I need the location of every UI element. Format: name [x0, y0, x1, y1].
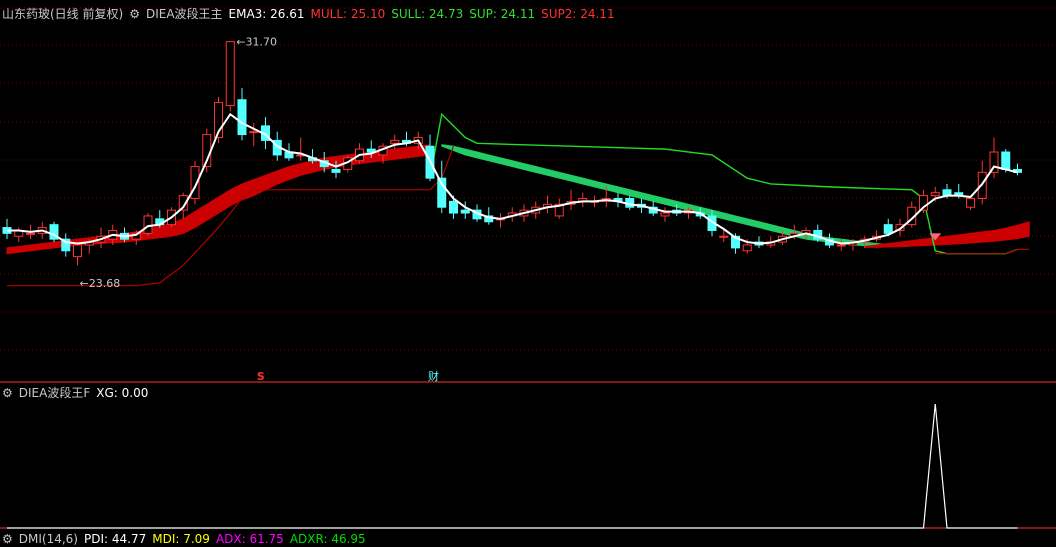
candle[interactable]: [73, 244, 82, 258]
candle[interactable]: [26, 232, 35, 235]
low-price-label: ←23.68: [80, 277, 121, 290]
ema3-line: [7, 112, 1018, 245]
candle[interactable]: [1001, 151, 1011, 170]
candle[interactable]: [836, 244, 846, 247]
candle[interactable]: [237, 99, 247, 136]
candle[interactable]: [719, 235, 729, 238]
candle[interactable]: [331, 168, 341, 173]
high-price-label: ←31.70: [236, 36, 277, 49]
sub-indicator-panel[interactable]: [7, 403, 1018, 529]
candle[interactable]: [460, 209, 470, 214]
candle[interactable]: [390, 139, 400, 144]
candle[interactable]: [883, 224, 893, 234]
chart-grid: [0, 7, 1056, 529]
price-chart[interactable]: ←31.70 ←23.68 S 财: [0, 0, 1056, 540]
red-band: [6, 144, 431, 255]
candle[interactable]: [966, 198, 975, 208]
sup-red-line: [7, 146, 455, 287]
candle[interactable]: [742, 244, 752, 252]
candle[interactable]: [225, 41, 235, 107]
candle[interactable]: [660, 212, 670, 217]
sell-marker[interactable]: S: [257, 370, 265, 383]
candle[interactable]: [249, 131, 259, 134]
ema-line: [7, 112, 1018, 245]
candle[interactable]: [449, 200, 458, 214]
candle[interactable]: [930, 192, 940, 197]
xg-signal-line: [7, 403, 1018, 529]
support-lines: [7, 112, 1030, 287]
candle[interactable]: [143, 215, 153, 234]
chart-annotations: ←31.70 ←23.68 S 财: [80, 36, 440, 383]
finance-marker[interactable]: 财: [428, 369, 439, 383]
